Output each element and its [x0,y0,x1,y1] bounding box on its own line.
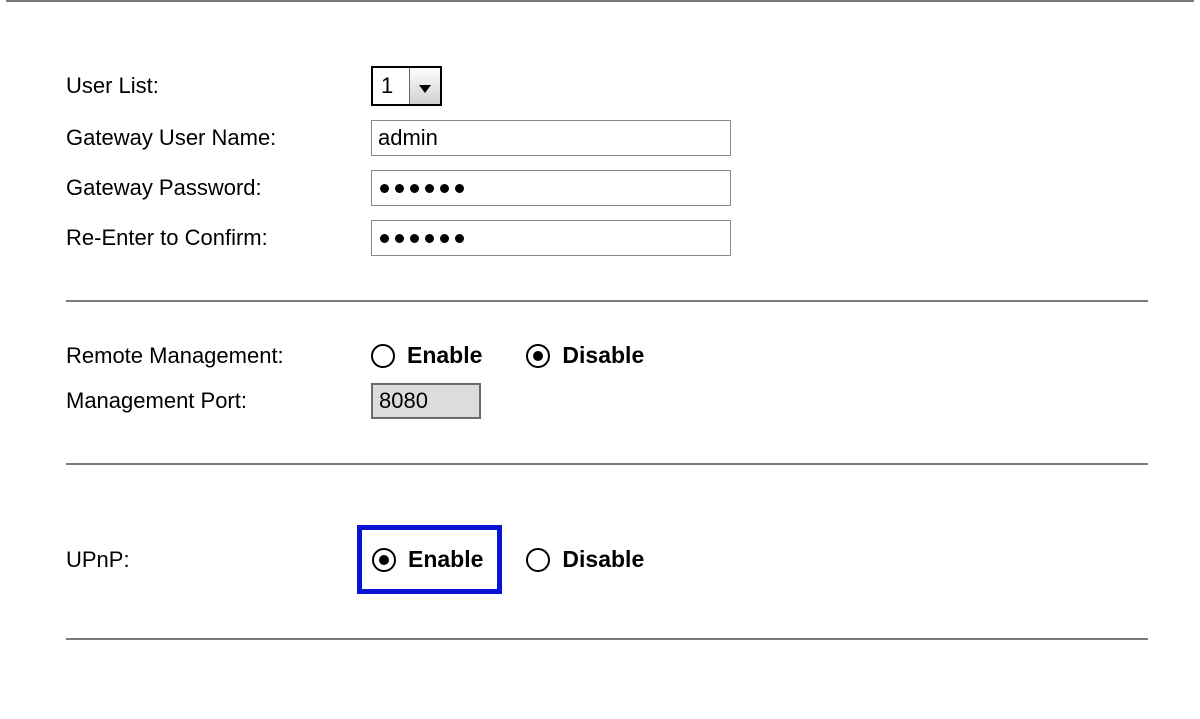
remote-mgmt-disable-radio[interactable]: Disable [526,342,644,369]
user-list-row: User List: 1 [66,66,1194,106]
divider [66,300,1148,302]
upnp-row: UPnP: Enable Disable [66,525,1194,594]
user-list-select[interactable]: 1 [371,66,442,106]
password-mask [378,221,724,255]
user-section: User List: 1 Gateway User Name: Gateway … [6,32,1194,294]
radio-label: Enable [408,546,483,573]
user-list-label: User List: [66,73,371,99]
confirm-password-row: Re-Enter to Confirm: [66,220,1194,256]
gateway-username-input[interactable] [371,120,731,156]
password-mask [378,171,724,205]
radio-label: Enable [407,342,482,369]
confirm-password-label: Re-Enter to Confirm: [66,225,371,251]
settings-form: User List: 1 Gateway User Name: Gateway … [6,0,1194,640]
divider [66,463,1148,465]
upnp-highlight: Enable [357,525,502,594]
chevron-down-icon [419,73,431,99]
confirm-password-input[interactable] [371,220,731,256]
remote-mgmt-label: Remote Management: [66,343,371,369]
gateway-password-row: Gateway Password: [66,170,1194,206]
dropdown-button[interactable] [409,68,440,104]
gateway-password-label: Gateway Password: [66,175,371,201]
radio-icon [372,548,396,572]
remote-mgmt-radio-group: Enable Disable [371,342,644,369]
upnp-enable-radio[interactable]: Enable [372,546,483,573]
remote-mgmt-section: Remote Management: Enable Disable Manage… [6,308,1194,457]
gateway-username-label: Gateway User Name: [66,125,371,151]
upnp-disable-radio[interactable]: Disable [526,546,644,573]
upnp-section: UPnP: Enable Disable [6,471,1194,632]
radio-icon [526,548,550,572]
radio-icon [371,344,395,368]
divider [66,638,1148,640]
mgmt-port-input[interactable] [371,383,481,419]
user-list-value: 1 [373,68,409,104]
mgmt-port-row: Management Port: [66,383,1194,419]
gateway-username-row: Gateway User Name: [66,120,1194,156]
mgmt-port-label: Management Port: [66,388,371,414]
gateway-password-input[interactable] [371,170,731,206]
radio-label: Disable [562,342,644,369]
remote-mgmt-enable-radio[interactable]: Enable [371,342,482,369]
radio-icon [526,344,550,368]
upnp-label: UPnP: [66,547,371,573]
remote-mgmt-row: Remote Management: Enable Disable [66,342,1194,369]
upnp-radio-group: Enable Disable [371,525,644,594]
radio-label: Disable [562,546,644,573]
